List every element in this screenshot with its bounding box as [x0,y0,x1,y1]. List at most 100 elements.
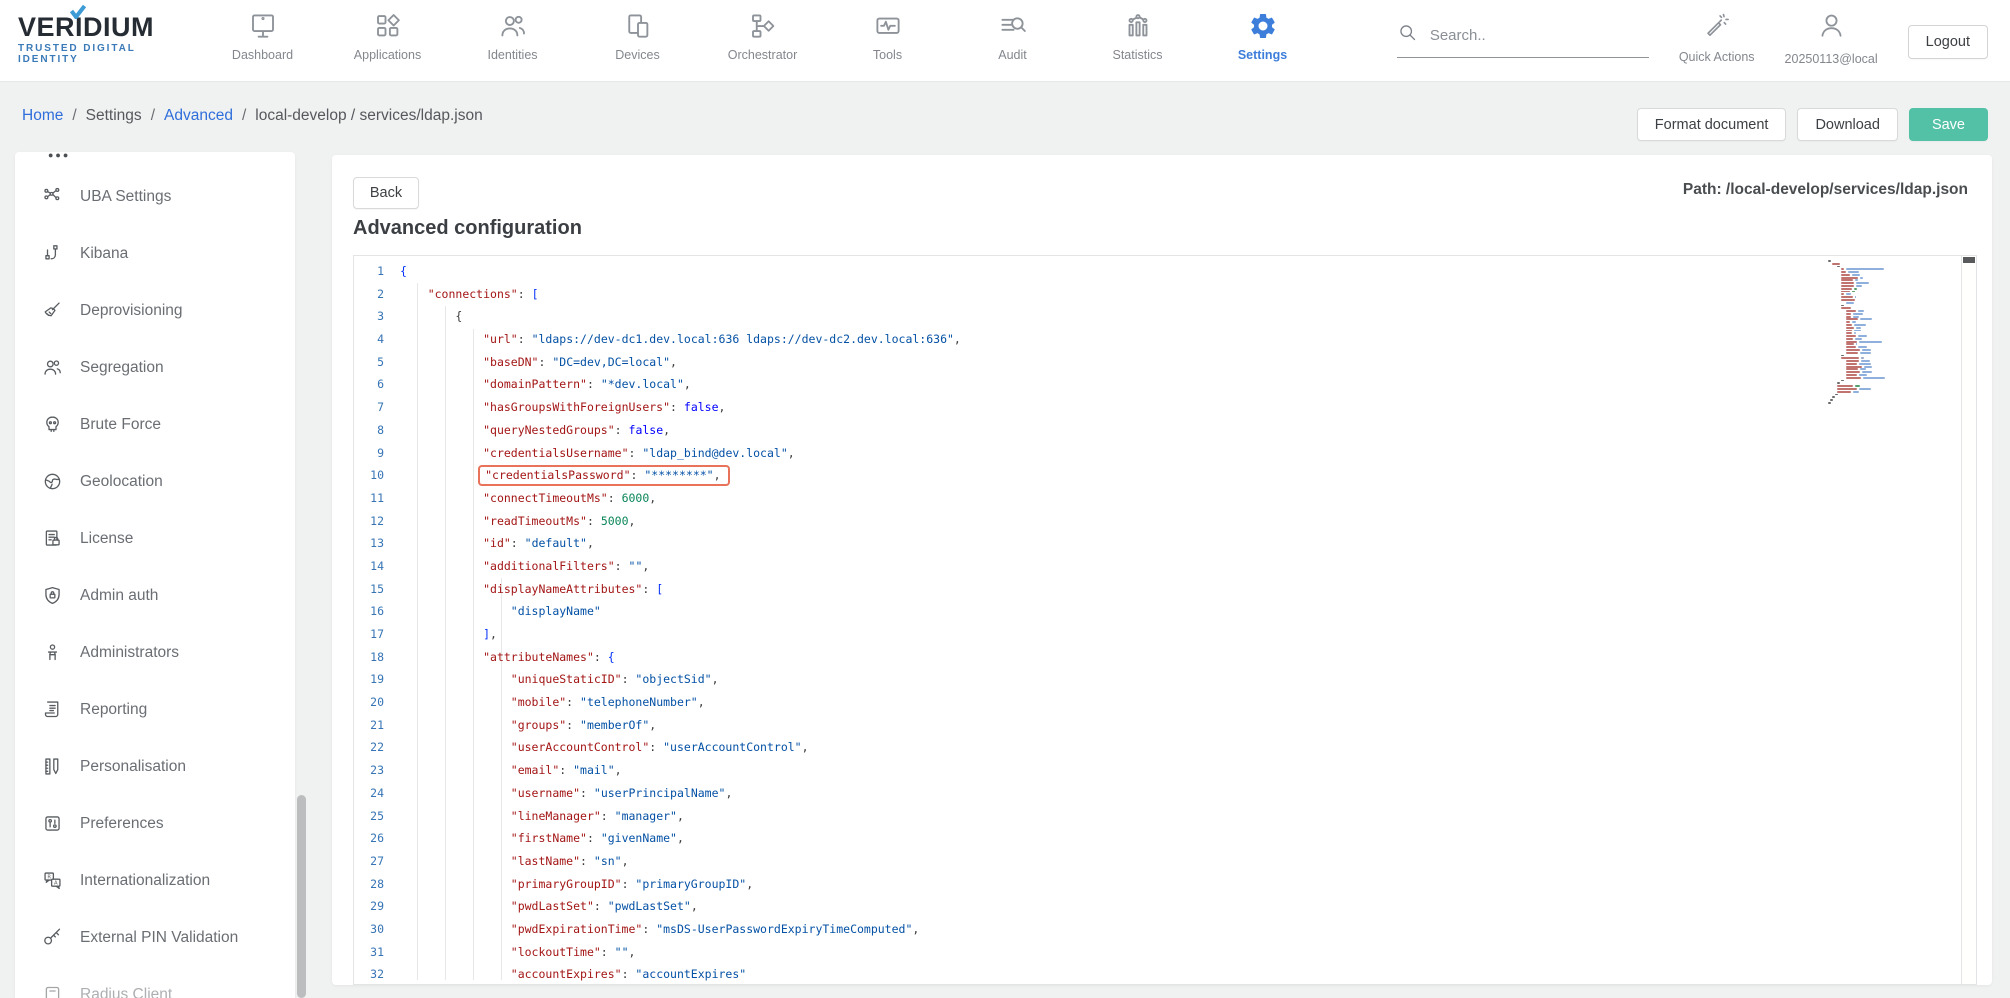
sidebar-item-segregation[interactable]: Segregation [15,339,295,396]
sidebar-scrollbar[interactable] [297,795,306,998]
save-button[interactable]: Save [1909,108,1988,141]
code-line-9[interactable]: 9 "credentialsUsername": "ldap_bind@dev.… [354,442,1976,465]
code-line-10[interactable]: 10 "credentialsPassword": "********", [354,464,1976,487]
code-line-32[interactable]: 32 "accountExpires": "accountExpires" [354,963,1976,985]
code-line-12[interactable]: 12 "readTimeoutMs": 5000, [354,510,1976,533]
user-menu[interactable]: 20250113@local [1785,0,1878,66]
line-number: 10 [354,464,400,487]
sidebar-item-brute-force[interactable]: Brute Force [15,396,295,453]
minimap-line [1828,285,1960,287]
code-line-23[interactable]: 23 "email": "mail", [354,759,1976,782]
sidebar-item-admin-auth[interactable]: Admin auth [15,567,295,624]
sidebar-item-license[interactable]: License [15,510,295,567]
code-line-2[interactable]: 2 "connections": [ [354,283,1976,306]
sidebar-item-uba-settings[interactable]: UBA Settings [15,168,295,225]
nav-item-audit[interactable]: Audit [950,0,1075,81]
minimap-line [1828,324,1960,326]
nav-item-settings[interactable]: Settings [1200,0,1325,81]
nav-label: Identities [487,48,537,62]
minimap-line [1828,260,1960,262]
code-line-27[interactable]: 27 "lastName": "sn", [354,850,1976,873]
code-content: { [400,260,1976,283]
reporting-icon [42,699,63,720]
sidebar-item-external-pin-validation[interactable]: External PIN Validation [15,909,295,966]
editor-scrollbar-thumb[interactable] [1963,257,1975,263]
sidebar-item-reporting[interactable]: Reporting [15,681,295,738]
breadcrumb-separator: / [72,107,76,125]
minimap-line [1828,271,1960,273]
main-nav: DashboardApplications Identities Devices Or… [200,0,1325,81]
nav-label: Devices [615,48,659,62]
code-line-26[interactable]: 26 "firstName": "givenName", [354,827,1976,850]
nav-item-orchestrator[interactable]: Orchestrator [700,0,825,81]
logout-button[interactable]: Logout [1908,25,1988,59]
editor-minimap[interactable] [1828,260,1960,690]
sidebar-item-preferences[interactable]: Preferences [15,795,295,852]
quick-actions-button[interactable]: Quick Actions [1679,0,1755,64]
code-line-15[interactable]: 15 "displayNameAttributes": [ [354,578,1976,601]
code-line-31[interactable]: 31 "lockoutTime": "", [354,941,1976,964]
code-content: "mobile": "telephoneNumber", [400,691,1976,714]
code-line-7[interactable]: 7 "hasGroupsWithForeignUsers": false, [354,396,1976,419]
minimap-line [1828,274,1960,276]
code-line-18[interactable]: 18 "attributeNames": { [354,646,1976,669]
minimap-line [1828,394,1960,396]
code-line-3[interactable]: 3 { [354,305,1976,328]
search-box [1397,22,1649,58]
sidebar-item-administrators[interactable]: Administrators [15,624,295,681]
nav-item-devices[interactable]: Devices [575,0,700,81]
code-line-11[interactable]: 11 "connectTimeoutMs": 6000, [354,487,1976,510]
sidebar-item-geolocation[interactable]: Geolocation [15,453,295,510]
sidebar-item-radius-client[interactable]: Radius Client [15,966,295,998]
download-button[interactable]: Download [1797,108,1898,141]
editor-scrollbar[interactable] [1961,256,1976,984]
nav-item-applications[interactable]: Applications [325,0,450,81]
line-number: 9 [354,442,400,465]
code-line-22[interactable]: 22 "userAccountControl": "userAccountCon… [354,736,1976,759]
sidebar-item-label: Internationalization [80,872,210,890]
sidebar-item-deprovisioning[interactable]: Deprovisioning [15,282,295,339]
nav-item-statistics[interactable]: Statistics [1075,0,1200,81]
code-line-29[interactable]: 29 "pwdLastSet": "pwdLastSet", [354,895,1976,918]
sidebar-item-personalisation[interactable]: Personalisation [15,738,295,795]
minimap-line [1828,377,1960,379]
nav-item-identities[interactable]: Identities [450,0,575,81]
code-line-25[interactable]: 25 "lineManager": "manager", [354,805,1976,828]
nav-item-tools[interactable]: Tools [825,0,950,81]
json-editor[interactable]: 1{2 "connections": [3 {4 "url": "ldaps:/… [353,255,1977,985]
breadcrumb-separator: / [242,107,246,125]
code-line-1[interactable]: 1{ [354,260,1976,283]
code-line-5[interactable]: 5 "baseDN": "DC=dev,DC=local", [354,351,1976,374]
breadcrumb-home[interactable]: Home [22,107,63,125]
code-line-17[interactable]: 17 ], [354,623,1976,646]
breadcrumb-advanced[interactable]: Advanced [164,107,233,125]
minimap-line [1828,335,1960,337]
nav-label: Audit [998,48,1027,62]
code-line-13[interactable]: 13 "id": "default", [354,532,1976,555]
line-number: 7 [354,396,400,419]
code-line-16[interactable]: 16 "displayName" [354,600,1976,623]
nav-item-dashboard[interactable]: Dashboard [200,0,325,81]
code-line-30[interactable]: 30 "pwdExpirationTime": "msDS-UserPasswo… [354,918,1976,941]
back-button[interactable]: Back [353,177,419,209]
code-line-20[interactable]: 20 "mobile": "telephoneNumber", [354,691,1976,714]
brand-logo[interactable]: VERIDIUM TRUSTED DIGITAL IDENTITY [0,0,200,81]
code-line-19[interactable]: 19 "uniqueStaticID": "objectSid", [354,668,1976,691]
code-line-21[interactable]: 21 "groups": "memberOf", [354,714,1976,737]
sidebar-item-internationalization[interactable]: RAInternationalization [15,852,295,909]
line-number: 29 [354,895,400,918]
code-content: "lastName": "sn", [400,850,1976,873]
code-line-4[interactable]: 4 "url": "ldaps://dev-dc1.dev.local:636 … [354,328,1976,351]
code-content: "lockoutTime": "", [400,941,1976,964]
code-line-14[interactable]: 14 "additionalFilters": "", [354,555,1976,578]
format-document-button[interactable]: Format document [1637,108,1787,141]
sidebar-item-label: External PIN Validation [80,929,238,947]
code-line-6[interactable]: 6 "domainPattern": "*dev.local", [354,373,1976,396]
page-title: Advanced configuration [353,217,582,240]
minimap-line [1828,266,1960,268]
code-line-8[interactable]: 8 "queryNestedGroups": false, [354,419,1976,442]
search-input[interactable] [1430,27,1620,44]
code-line-24[interactable]: 24 "username": "userPrincipalName", [354,782,1976,805]
sidebar-item-kibana[interactable]: Kibana [15,225,295,282]
code-line-28[interactable]: 28 "primaryGroupID": "primaryGroupID", [354,873,1976,896]
